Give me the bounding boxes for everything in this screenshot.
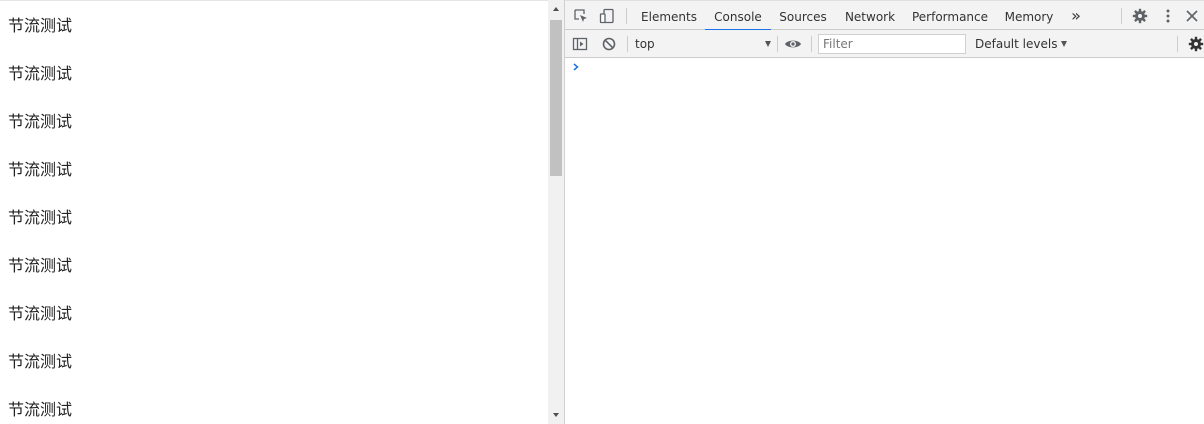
page-text-line: 节流测试 bbox=[8, 16, 73, 35]
log-levels-dropdown[interactable]: Default levels bbox=[975, 35, 1068, 53]
page-scrollbar[interactable] bbox=[548, 0, 565, 424]
context-selector[interactable]: top bbox=[635, 35, 771, 53]
eye-icon[interactable] bbox=[783, 35, 803, 53]
tab-performance[interactable]: Performance bbox=[911, 2, 989, 30]
console-settings-gear-icon[interactable] bbox=[1187, 35, 1204, 53]
page-text-line: 节流测试 bbox=[8, 352, 73, 371]
devtools-panel: Elements Console Sources Network Perform… bbox=[565, 0, 1204, 424]
tab-network[interactable]: Network bbox=[842, 2, 898, 30]
tab-sources[interactable]: Sources bbox=[775, 2, 831, 30]
device-toolbar-icon[interactable] bbox=[598, 7, 616, 25]
tab-console[interactable]: Console bbox=[705, 2, 771, 31]
more-tabs-button[interactable]: » bbox=[1067, 2, 1085, 30]
console-output[interactable] bbox=[565, 58, 1204, 424]
page-text-line: 节流测试 bbox=[8, 64, 73, 83]
chevron-down-icon bbox=[1061, 41, 1068, 47]
chevron-down-icon bbox=[765, 41, 771, 47]
toolbar-divider bbox=[811, 36, 812, 52]
context-selector-value: top bbox=[635, 37, 655, 51]
page-viewport: 节流测试 节流测试 节流测试 节流测试 节流测试 节流测试 节流测试 节流测试 … bbox=[0, 0, 548, 424]
toolbar-divider bbox=[627, 36, 628, 52]
toolbar-divider bbox=[1177, 36, 1178, 52]
tab-elements[interactable]: Elements bbox=[637, 2, 701, 30]
page-text-line: 节流测试 bbox=[8, 208, 73, 227]
console-filter-input[interactable] bbox=[818, 34, 966, 54]
log-levels-label: Default levels bbox=[975, 37, 1058, 51]
gear-icon[interactable] bbox=[1131, 7, 1149, 25]
toolbar-divider bbox=[1121, 8, 1122, 24]
console-toolbar: top Default levels bbox=[565, 30, 1204, 58]
page-text-line: 节流测试 bbox=[8, 112, 73, 131]
scroll-up-arrow[interactable] bbox=[548, 0, 564, 17]
devtools-tab-bar: Elements Console Sources Network Perform… bbox=[565, 0, 1204, 31]
kebab-menu-icon[interactable] bbox=[1159, 7, 1177, 25]
close-icon[interactable] bbox=[1183, 7, 1201, 25]
scroll-down-arrow[interactable] bbox=[548, 407, 564, 424]
toolbar-divider bbox=[777, 36, 778, 52]
page-text-line: 节流测试 bbox=[8, 160, 73, 179]
page-text-line: 节流测试 bbox=[8, 304, 73, 323]
clear-console-icon[interactable] bbox=[600, 35, 618, 53]
tab-memory[interactable]: Memory bbox=[1001, 2, 1057, 30]
inspect-element-icon[interactable] bbox=[572, 7, 590, 25]
page-text-line: 节流测试 bbox=[8, 400, 73, 419]
scrollbar-thumb[interactable] bbox=[550, 20, 562, 176]
chevron-right-icon bbox=[571, 61, 581, 73]
page-text-line: 节流测试 bbox=[8, 256, 73, 275]
toolbar-divider bbox=[626, 8, 627, 24]
console-sidebar-icon[interactable] bbox=[571, 35, 589, 53]
